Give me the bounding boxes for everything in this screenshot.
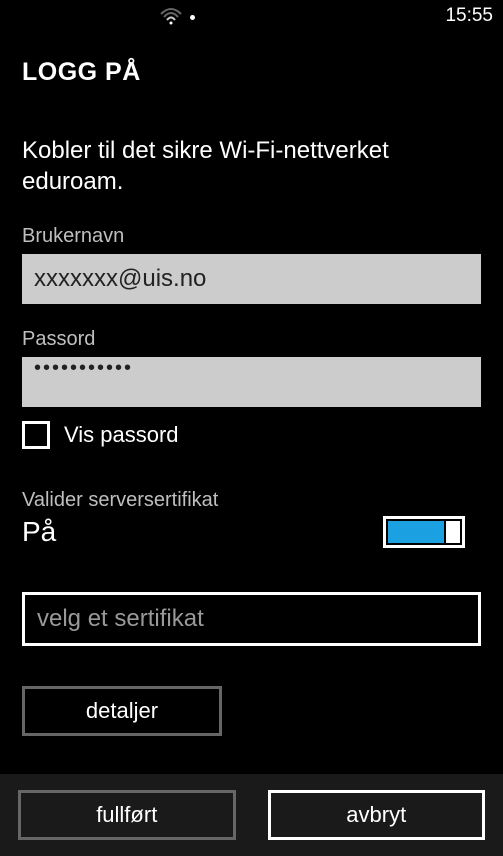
validate-cert-label: Valider serversertifikat bbox=[22, 489, 481, 512]
show-password-label: Vis passord bbox=[64, 422, 179, 448]
wifi-icon bbox=[160, 7, 182, 25]
show-password-checkbox-row[interactable]: Vis passord bbox=[22, 421, 481, 449]
details-button[interactable]: detaljer bbox=[22, 686, 222, 736]
validate-cert-toggle[interactable] bbox=[383, 516, 465, 548]
status-dot-icon bbox=[190, 15, 195, 20]
done-button[interactable]: fullført bbox=[18, 790, 236, 840]
status-bar: 15:55 bbox=[0, 0, 503, 28]
certificate-select-placeholder: velg et sertifikat bbox=[37, 605, 204, 633]
bottom-bar: fullført avbryt bbox=[0, 774, 503, 856]
password-label: Passord bbox=[22, 328, 481, 351]
certificate-select[interactable]: velg et sertifikat bbox=[22, 592, 481, 646]
toggle-handle bbox=[446, 521, 460, 543]
connection-description: Kobler til det sikre Wi-Fi-nettverket ed… bbox=[22, 135, 481, 197]
show-password-checkbox[interactable] bbox=[22, 421, 50, 449]
password-input[interactable]: ••••••••••• bbox=[22, 357, 481, 407]
username-label: Brukernavn bbox=[22, 225, 481, 248]
cancel-button[interactable]: avbryt bbox=[268, 790, 486, 840]
page-title: LOGG PÅ bbox=[22, 58, 481, 87]
toggle-track bbox=[388, 521, 444, 543]
validate-cert-value: På bbox=[22, 516, 56, 548]
status-time: 15:55 bbox=[445, 5, 493, 27]
username-input[interactable] bbox=[22, 254, 481, 304]
